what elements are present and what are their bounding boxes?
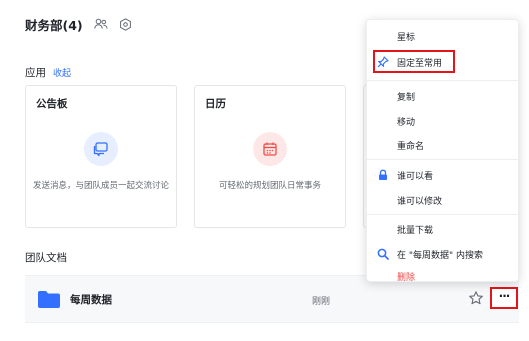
menu-item-delete[interactable]: 删除 <box>367 269 518 283</box>
menu-item-who-can-edit[interactable]: 谁可以修改 <box>367 190 518 210</box>
settings-icon[interactable] <box>119 17 133 31</box>
more-icon: ··· <box>498 288 511 303</box>
message-icon <box>84 132 118 166</box>
menu-item-batch-download[interactable]: 批量下载 <box>367 219 518 239</box>
app-card-description: 可轻松的规划团队日常事务 <box>218 181 321 191</box>
menu-item-label: 星标 <box>397 32 416 43</box>
menu-item-search-in[interactable]: 在 "每周数据" 内搜索 <box>367 244 518 264</box>
app-card-description: 发送消息，与团队成员一起交流讨论 <box>32 181 169 191</box>
menu-item-label: 重命名 <box>397 141 425 152</box>
menu-divider <box>367 159 518 160</box>
page-title: 财务部(4) <box>25 17 83 33</box>
menu-item-label: 在 "每周数据" 内搜索 <box>397 250 484 261</box>
app-card-title: 日历 <box>205 98 226 110</box>
row-divider <box>25 322 519 323</box>
app-card-calendar[interactable]: 日历 可轻松的规划团队日常事务 <box>194 85 346 228</box>
highlight-box <box>373 50 455 73</box>
menu-item-who-can-view[interactable]: 谁可以看 <box>367 165 518 185</box>
menu-item-copy[interactable]: 复制 <box>367 86 518 106</box>
menu-item-label: 批量下载 <box>397 225 434 236</box>
menu-item-rename[interactable]: 重命名 <box>367 135 518 155</box>
search-icon <box>377 248 389 260</box>
menu-item-label: 谁可以修改 <box>397 196 443 207</box>
folder-icon <box>38 291 60 308</box>
modified-time: 刚刚 <box>312 297 331 307</box>
menu-item-label: 谁可以看 <box>397 171 434 182</box>
menu-item-star[interactable]: 星标 <box>367 26 518 46</box>
menu-item-label: 移动 <box>397 117 416 128</box>
more-options-button[interactable]: ··· <box>490 287 518 309</box>
file-name[interactable]: 每周数据 <box>70 292 112 307</box>
menu-item-label: 复制 <box>397 92 416 103</box>
star-icon[interactable] <box>468 290 484 306</box>
context-menu: 星标 固定至常用 复制 移动 重命名 谁可以看 谁可以修改 批量下载 在 "每周… <box>366 19 519 283</box>
menu-divider <box>367 80 518 81</box>
menu-divider <box>367 214 518 215</box>
app-card-title: 公告板 <box>36 98 68 110</box>
calendar-icon <box>253 132 287 166</box>
members-icon[interactable] <box>93 17 108 31</box>
menu-item-label: 删除 <box>397 272 416 283</box>
apps-section-label: 应用 <box>25 67 46 79</box>
menu-item-move[interactable]: 移动 <box>367 111 518 131</box>
app-card-bulletin[interactable]: 公告板 发送消息，与团队成员一起交流讨论 <box>25 85 177 228</box>
apps-collapse-link[interactable]: 收起 <box>53 66 71 79</box>
team-docs-title: 团队文档 <box>25 252 67 264</box>
lock-icon <box>377 169 389 181</box>
page-header: 财务部(4) <box>25 14 133 34</box>
